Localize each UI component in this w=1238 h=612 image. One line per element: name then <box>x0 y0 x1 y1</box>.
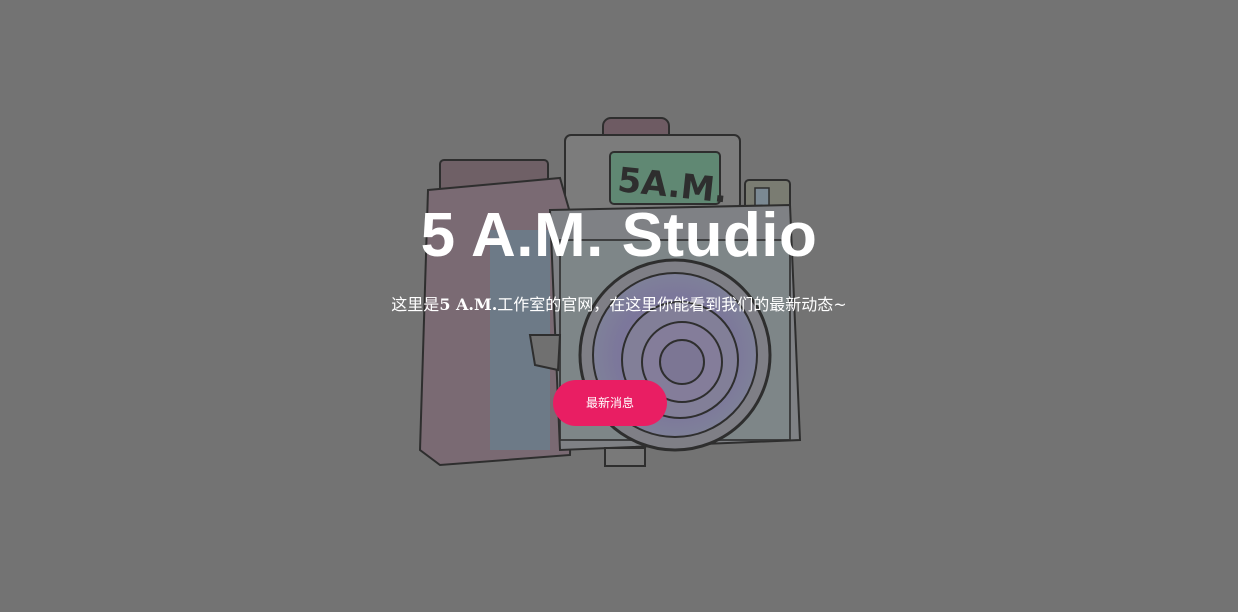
hero-subtitle-suffix: 工作室的官网，在这里你能看到我们的最新动态~ <box>497 295 847 314</box>
hero-content: 5 A.M. Studio 这里是5 A.M.工作室的官网，在这里你能看到我们的… <box>0 0 1238 612</box>
hero-subtitle: 这里是5 A.M.工作室的官网，在这里你能看到我们的最新动态~ <box>0 292 1238 318</box>
hero-section: 5A.M. 5 A.M. Studio 这里是5 A.M.工作室的官网，在这里你… <box>0 0 1238 612</box>
hero-title: 5 A.M. Studio <box>420 201 818 270</box>
hero-subtitle-strong: 5 A.M. <box>439 295 498 314</box>
latest-news-button[interactable]: 最新消息 <box>553 380 667 426</box>
hero-subtitle-prefix: 这里是 <box>391 295 440 314</box>
